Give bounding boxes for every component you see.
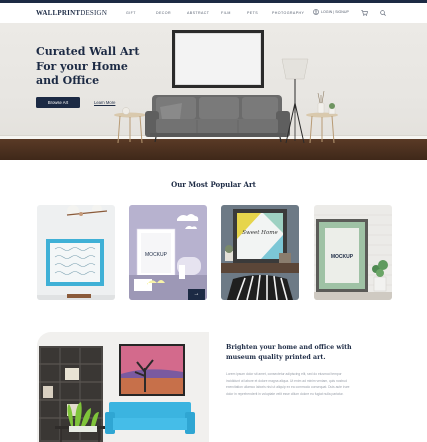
nav-pets[interactable]: Pets — [247, 11, 258, 15]
search-icon[interactable] — [380, 10, 386, 16]
sweet-home-text: Sweet Home — [242, 230, 278, 236]
right-side-table — [306, 90, 338, 144]
feature-room-image — [39, 344, 195, 442]
left-side-table — [114, 107, 146, 144]
mockup-frame-image: MOCKUP — [129, 205, 207, 300]
mockup-green-frame-image: MOCKUP — [314, 205, 392, 300]
site-header: WALLPRINTDESIGN Gift Decor Abstract Film… — [0, 3, 427, 23]
logo-thin-text: DESIGN — [80, 9, 108, 17]
floral-poster-card[interactable] — [37, 205, 115, 300]
nav-abstract[interactable]: Abstract — [187, 11, 209, 15]
cart-icon[interactable] — [361, 10, 368, 16]
grey-sofa — [145, 95, 290, 143]
mockup-green-frame-card[interactable]: MOCKUP — [314, 205, 392, 300]
popular-art-heading: Our Most Popular Art — [171, 180, 256, 189]
login-link[interactable]: Login | Signup — [313, 9, 349, 15]
mockup-text-3: MOCKUP — [331, 254, 354, 260]
user-icon — [313, 9, 319, 15]
mockup-text-1: MOCKUP — [145, 252, 168, 258]
nav-film[interactable]: Film — [221, 11, 231, 15]
login-label: Login | Signup — [321, 10, 349, 14]
logo-bold-text: WALLPRINT — [36, 9, 81, 17]
living-room-illustration — [114, 58, 338, 144]
feature-body-text: Lorem ipsum dolor sit amet, consectetur … — [226, 372, 350, 396]
nav-decor[interactable]: Decor — [156, 11, 171, 15]
nav-photography[interactable]: Photography — [272, 11, 304, 15]
nav-gift[interactable]: Gift — [126, 11, 136, 15]
mockup-frame-card[interactable]: MOCKUP → — [129, 205, 207, 300]
sweet-home-card[interactable]: Sweet Home — [221, 205, 299, 300]
feature-heading: Brighten your home and office with museu… — [226, 344, 352, 361]
brand-logo[interactable]: WALLPRINTDESIGN — [36, 9, 107, 17]
card-arrow-button[interactable]: → — [188, 289, 205, 300]
sweet-home-image: Sweet Home — [221, 205, 299, 300]
floral-poster-image — [37, 205, 115, 300]
hero-banner: Curated Wall Art For your Home and Offic… — [0, 23, 427, 160]
